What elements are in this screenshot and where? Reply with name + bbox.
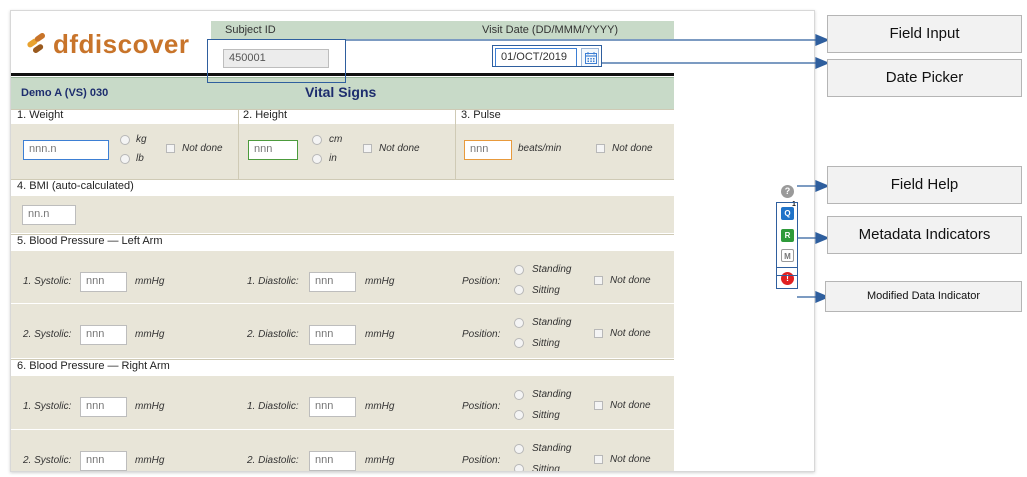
field-help-callout: Field Help — [827, 166, 1022, 204]
modified-data-callout: Modified Data Indicator — [825, 281, 1022, 312]
date-picker-callout: Date Picker — [827, 59, 1022, 97]
field-input-callout: Field Input — [827, 15, 1022, 53]
metadata-indicators-callout: Metadata Indicators — [827, 216, 1022, 254]
